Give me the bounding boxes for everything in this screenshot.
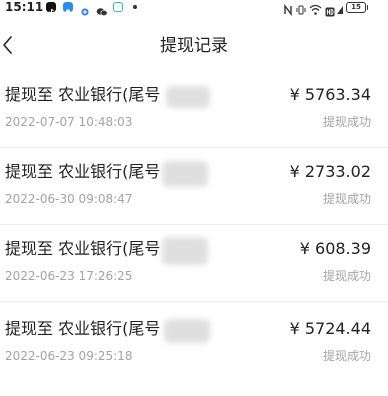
status-time: 15:11 [5, 0, 44, 14]
record-amount: ¥ 608.39 [299, 239, 371, 258]
withdrawal-record[interactable]: 提现至 农业银行(尾号 ¥ 608.39 2022-06-23 17:26:25… [0, 237, 388, 316]
record-description: 提现至 农业银行(尾号 [5, 319, 161, 338]
record-description: 提现至 农业银行(尾号 [5, 162, 161, 181]
divider [0, 147, 388, 148]
page-title: 提现记录 [160, 36, 228, 56]
record-status: 提现成功 [322, 349, 371, 363]
wechat-icon [96, 2, 108, 17]
record-time: 2022-06-23 17:26:25 [5, 269, 133, 283]
hd-icon [325, 2, 335, 21]
masked-account-number [166, 86, 210, 108]
navigation-bar: 提现记录 [0, 26, 388, 66]
notification-dot [133, 5, 137, 9]
record-time: 2022-07-07 10:48:03 [5, 115, 133, 129]
masked-account-number [162, 237, 208, 265]
record-status: 提现成功 [322, 192, 371, 206]
divider [0, 301, 388, 302]
browser-icon [80, 2, 90, 16]
tiktok-icon [46, 2, 56, 16]
withdrawal-record[interactable]: 提现至 农业银行(尾号 ¥ 5763.34 2022-07-07 10:48:0… [0, 84, 388, 162]
vibrate-icon [296, 1, 306, 20]
nfc-icon [283, 1, 293, 20]
signal-icon [336, 1, 344, 20]
masked-account-number [164, 319, 210, 343]
record-amount: ¥ 2733.02 [289, 162, 371, 181]
record-amount: ¥ 5763.34 [289, 85, 371, 104]
withdrawal-record[interactable]: 提现至 农业银行(尾号 ¥ 5724.44 2022-06-23 09:25:1… [0, 318, 388, 396]
record-time: 2022-06-23 09:25:18 [5, 349, 133, 363]
record-description: 提现至 农业银行(尾号 [5, 239, 161, 258]
qq-icon [63, 2, 73, 15]
app-icon [113, 2, 123, 12]
masked-account-number [162, 161, 208, 187]
record-time: 2022-06-30 09:08:47 [5, 192, 133, 206]
record-amount: ¥ 5724.44 [289, 319, 371, 338]
record-status: 提现成功 [322, 115, 371, 129]
status-bar: 15:11 15 [0, 0, 388, 17]
withdrawal-record[interactable]: 提现至 农业银行(尾号 ¥ 2733.02 2022-06-30 09:08:4… [0, 161, 388, 239]
battery-indicator: 15 [346, 2, 368, 13]
record-status: 提现成功 [322, 269, 371, 283]
divider [0, 224, 388, 225]
record-description: 提现至 农业银行(尾号 [5, 85, 161, 104]
wifi-icon [309, 1, 322, 20]
